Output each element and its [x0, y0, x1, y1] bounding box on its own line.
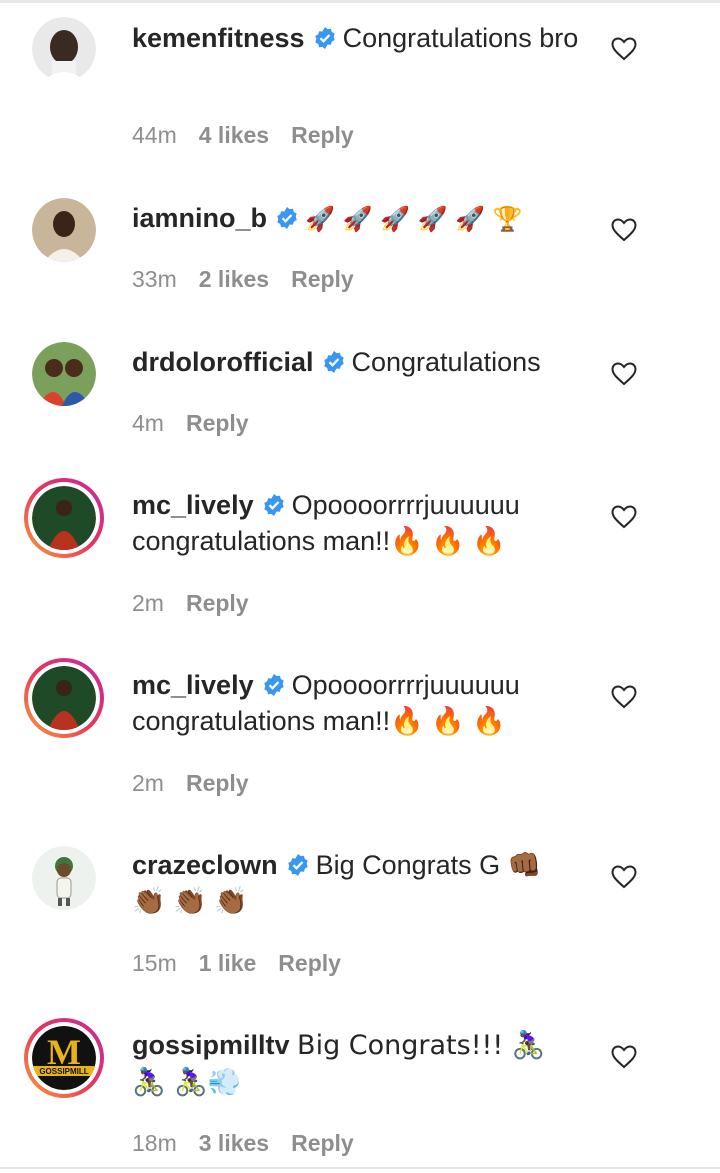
username[interactable]: mc_lively — [132, 670, 254, 700]
verified-badge-icon — [314, 27, 335, 49]
likes-count[interactable]: 2 likes — [199, 266, 269, 292]
comment-time: 2m — [132, 590, 164, 616]
comment-text-block: mc_lively Opoooorrrrjuuuuuu congratulatio… — [132, 487, 582, 559]
heart-icon[interactable] — [611, 505, 637, 529]
comment-time: 2m — [132, 770, 164, 796]
comment-meta: 2m Reply — [132, 769, 271, 797]
comment-text-block: kemenfitness Congratulations bro — [132, 20, 582, 56]
verified-badge-icon — [277, 207, 297, 229]
heart-icon[interactable] — [611, 37, 637, 61]
comment-meta: 18m 3 likes Reply — [132, 1129, 376, 1157]
comment-time: 18m — [132, 1130, 177, 1156]
comment-text: Congratulations — [351, 347, 541, 377]
gossipmill-logo-letter: M — [47, 1032, 81, 1072]
comment-text-block: iamnino_b 🚀 🚀 🚀 🚀 🚀 🏆 — [132, 200, 582, 237]
username[interactable]: gossipmilltv — [132, 1030, 290, 1060]
heart-icon[interactable] — [611, 865, 637, 889]
reply-button[interactable]: Reply — [186, 410, 249, 436]
likes-count[interactable]: 3 likes — [199, 1130, 269, 1156]
verified-badge-icon — [263, 674, 284, 696]
avatar[interactable] — [32, 17, 96, 81]
verified-badge-icon — [323, 351, 344, 373]
comment-meta: 33m 2 likes Reply — [132, 265, 376, 293]
bottom-divider — [0, 1167, 720, 1169]
comment-text-block: crazeclown Big Congrats G 👊🏾 👏🏾 👏🏾 👏🏾 — [132, 847, 582, 919]
reply-button[interactable]: Reply — [291, 1130, 354, 1156]
comment-time: 44m — [132, 122, 177, 148]
reply-button[interactable]: Reply — [291, 122, 354, 148]
comment-meta: 2m Reply — [132, 589, 271, 617]
username[interactable]: drdolorofficial — [132, 347, 314, 377]
reply-button[interactable]: Reply — [186, 770, 249, 796]
username[interactable]: mc_lively — [132, 490, 254, 520]
heart-icon[interactable] — [611, 1045, 637, 1069]
username[interactable]: iamnino_b — [132, 203, 267, 233]
comment-text: Congratulations bro — [342, 23, 579, 53]
comment-meta: 44m 4 likes Reply — [132, 121, 376, 149]
avatar[interactable] — [32, 198, 96, 262]
comment-text-block: gossipmilltv Big Congrats!!! 🚴🏿‍♀️ 🚴🏿‍♀️… — [132, 1027, 582, 1101]
heart-icon[interactable] — [611, 685, 637, 709]
likes-count[interactable]: 4 likes — [199, 122, 269, 148]
reply-button[interactable]: Reply — [291, 266, 354, 292]
comment-text-block: drdolorofficial Congratulations — [132, 344, 582, 380]
comment-text: 🚀 🚀 🚀 🚀 🚀 🏆 — [305, 205, 523, 233]
avatar[interactable] — [32, 342, 96, 406]
comment-meta: 4m Reply — [132, 409, 271, 437]
verified-badge-icon — [263, 494, 284, 516]
comment-time: 4m — [132, 410, 164, 436]
username[interactable]: crazeclown — [132, 850, 278, 880]
heart-icon[interactable] — [611, 362, 637, 386]
comment-meta: 15m 1 like Reply — [132, 949, 363, 977]
comment-text-block: mc_lively Opoooorrrrjuuuuuu congratulatio… — [132, 667, 582, 739]
reply-button[interactable]: Reply — [278, 950, 341, 976]
gossipmill-logo-banner: GOSSIPMILL — [39, 1067, 88, 1076]
avatar-story-ring[interactable] — [24, 658, 104, 738]
reply-button[interactable]: Reply — [186, 590, 249, 616]
avatar-story-ring[interactable] — [24, 478, 104, 558]
avatar[interactable] — [32, 846, 96, 910]
heart-icon[interactable] — [611, 218, 637, 242]
comment-time: 33m — [132, 266, 177, 292]
likes-count[interactable]: 1 like — [199, 950, 257, 976]
top-divider — [0, 0, 720, 3]
verified-badge-icon — [287, 854, 308, 876]
username[interactable]: kemenfitness — [132, 23, 305, 53]
comment-time: 15m — [132, 950, 177, 976]
avatar-story-ring[interactable]: M GOSSIPMILL — [24, 1018, 104, 1098]
